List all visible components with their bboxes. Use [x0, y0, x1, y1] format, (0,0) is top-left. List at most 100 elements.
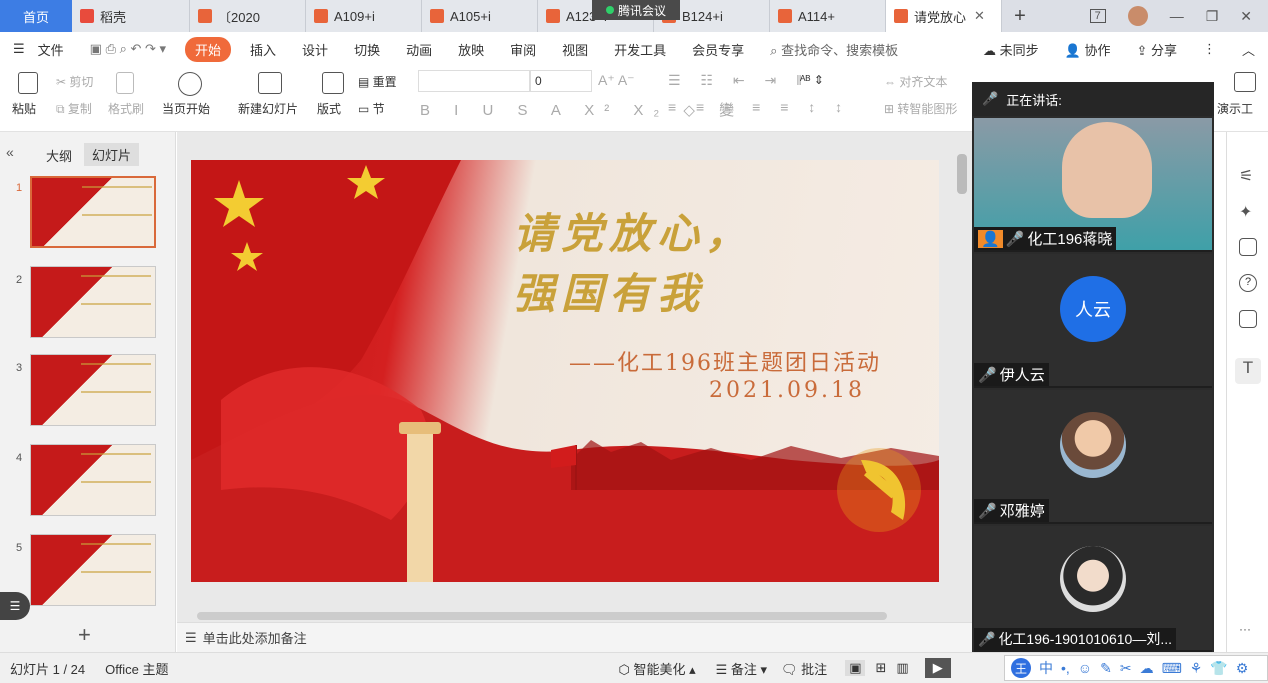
close-tab-icon[interactable]: ✕ [974, 8, 985, 24]
menu-developer[interactable]: 开发工具 [601, 40, 679, 59]
quick-access-icons[interactable]: ▣ ⎙ ⌕ ↶ ↷ ▾ [77, 41, 179, 57]
pen-icon[interactable]: ✎ [1100, 660, 1112, 677]
new-slide-button[interactable]: 新建幻灯片 [238, 100, 298, 117]
present-tool-icon[interactable] [1234, 72, 1256, 92]
ime-language[interactable]: 中 [1039, 658, 1053, 678]
menu-slideshow[interactable]: 放映 [445, 40, 497, 59]
keyboard-icon[interactable]: ⌨ [1162, 660, 1182, 677]
slide-canvas[interactable]: 请党放心， 强国有我 ——化工196班主题团日活动 2021.09.18 [191, 160, 939, 582]
scissors-icon[interactable]: ✂ [1120, 660, 1132, 677]
play-icon[interactable] [178, 72, 202, 96]
skin-icon[interactable]: ⚘ [1190, 660, 1203, 677]
slide-thumbnail[interactable] [30, 266, 156, 338]
list-buttons[interactable]: ☰ ☷ ⇤ ⇥ ‖ [668, 72, 810, 89]
notes-button[interactable]: ☰ 备注 ▾ [716, 659, 767, 678]
play-slideshow-button[interactable]: ▶ [924, 658, 951, 678]
participant-video-tile[interactable]: 👤 🎤 化工196蒋晓 [974, 118, 1212, 252]
participant-tile[interactable]: 🎤 化工196-1901010610—刘... [974, 526, 1212, 652]
tab-home[interactable]: 首页 [0, 0, 72, 32]
shirt-icon[interactable]: 👕 [1210, 660, 1227, 677]
normal-view-icon[interactable]: ▣ [845, 660, 866, 676]
section-button[interactable]: ▭ 节 [358, 100, 385, 117]
reset-button[interactable]: ▤ 重置 [358, 73, 397, 90]
notes-pane[interactable]: ☰ 单击此处添加备注 [177, 622, 972, 652]
cloud-icon[interactable]: ☁ [1140, 660, 1154, 677]
from-current-button[interactable]: 当页开始 [162, 100, 210, 117]
floating-list-icon[interactable]: ☰ [0, 592, 30, 620]
collab-button[interactable]: 👤 协作 [1052, 40, 1124, 59]
font-size-buttons[interactable]: A⁺ A⁻ [598, 72, 635, 89]
layout-button[interactable]: 版式 [317, 100, 341, 117]
tab-doc[interactable]: A109+i [306, 0, 422, 32]
more-tools-icon[interactable]: ··· [1239, 622, 1251, 636]
new-tab-button[interactable]: + [1002, 5, 1038, 28]
slide-thumbnail[interactable] [30, 176, 156, 248]
font-name-select[interactable] [418, 70, 530, 92]
more-icon[interactable]: ⋮ [1190, 41, 1229, 57]
format-painter-icon[interactable] [116, 72, 134, 94]
participant-tile[interactable]: 🎤 邓雅婷 [974, 390, 1212, 524]
menu-start[interactable]: 开始 [185, 36, 232, 62]
tab-doc[interactable]: A114+ [770, 0, 886, 32]
adjust-icon[interactable]: ⚟ [1239, 166, 1257, 185]
paste-button[interactable]: 粘贴 [12, 100, 36, 117]
align-text-button[interactable]: ⇔ 对齐文本 [884, 73, 947, 90]
tab-outline[interactable]: 大纲 [46, 146, 72, 165]
pin-icon[interactable]: ✦ [1239, 202, 1257, 221]
close-window-icon[interactable]: ✕ [1240, 8, 1252, 25]
menu-view[interactable]: 视图 [549, 40, 601, 59]
collapse-ribbon-icon[interactable]: ︿ [1229, 40, 1268, 59]
menu-review[interactable]: 审阅 [497, 40, 549, 59]
tab-slides[interactable]: 幻灯片 [84, 143, 140, 166]
slide-thumbnail[interactable] [30, 534, 156, 606]
tab-docer[interactable]: 稻壳 [72, 0, 190, 32]
settings-icon[interactable]: ⚙ [1236, 660, 1249, 677]
add-slide-button[interactable]: + [78, 622, 91, 648]
text-tool-icon[interactable]: T [1235, 358, 1261, 384]
slides-icon[interactable] [1239, 238, 1257, 256]
tab-active-doc[interactable]: 请党放心 ✕ [886, 0, 1002, 32]
menu-animation[interactable]: 动画 [393, 40, 445, 59]
punctuation-icon[interactable]: •, [1061, 660, 1070, 676]
slide-thumbnail[interactable] [30, 354, 156, 426]
menu-transition[interactable]: 切换 [341, 40, 393, 59]
share-button[interactable]: ⇪ 分享 [1123, 40, 1190, 59]
cut-button[interactable]: ✂ 剪切 [56, 73, 93, 90]
menu-insert[interactable]: 插入 [237, 40, 289, 59]
meeting-overlay-badge[interactable]: 腾讯会议 [592, 0, 680, 20]
comments-button[interactable]: 🗨 批注 [781, 659, 827, 678]
review-icon[interactable] [1239, 310, 1257, 328]
help-icon[interactable]: ? [1239, 274, 1257, 292]
vertical-scrollbar[interactable] [957, 154, 967, 194]
font-size-select[interactable]: 0 [530, 70, 592, 92]
menu-design[interactable]: 设计 [289, 40, 341, 59]
reading-view-icon[interactable]: ▥ [896, 660, 908, 676]
layout-icon[interactable] [322, 72, 344, 94]
menu-file[interactable]: 文件 [38, 40, 77, 59]
restore-icon[interactable]: ❐ [1206, 8, 1219, 25]
tab-doc[interactable]: 〔2020 [190, 0, 306, 32]
collapse-pane-icon[interactable]: « [6, 144, 14, 160]
tab-doc[interactable]: A105+i [422, 0, 538, 32]
paste-icon[interactable] [18, 72, 38, 94]
emoji-icon[interactable]: ☺ [1078, 660, 1092, 676]
ime-logo[interactable]: 王 [1011, 658, 1031, 678]
new-slide-icon[interactable] [258, 72, 282, 94]
menu-member[interactable]: 会员专享 [679, 40, 757, 59]
present-tool-button[interactable]: 演示工 [1217, 100, 1253, 117]
hamburger-icon[interactable]: ☰ [0, 41, 38, 57]
sync-status[interactable]: ☁ 未同步 [970, 40, 1052, 59]
beautify-button[interactable]: ⬡ 智能美化 ▴ [618, 659, 695, 678]
minimize-icon[interactable]: — [1170, 8, 1184, 24]
paragraph-align-buttons[interactable]: ≡ ≡ ≡ ≡ ≡ ↕ ↕ [668, 99, 850, 115]
sorter-view-icon[interactable]: ⊞ [875, 660, 886, 676]
copy-button[interactable]: ⧉ 复制 [56, 100, 92, 117]
user-avatar[interactable] [1127, 6, 1148, 26]
slide-thumbnail[interactable] [30, 444, 156, 516]
smart-shape-button[interactable]: ⊞ 转智能图形 [884, 100, 957, 117]
participant-tile[interactable]: 人云 🎤 伊人云 [974, 254, 1212, 388]
format-painter-button[interactable]: 格式刷 [108, 100, 144, 117]
window-count-badge[interactable]: 7 [1089, 9, 1106, 23]
command-search[interactable]: ⌕ 查找命令、搜索模板 [757, 40, 911, 59]
text-direction-button[interactable]: ᴬᴮ ⇕ [800, 73, 824, 87]
